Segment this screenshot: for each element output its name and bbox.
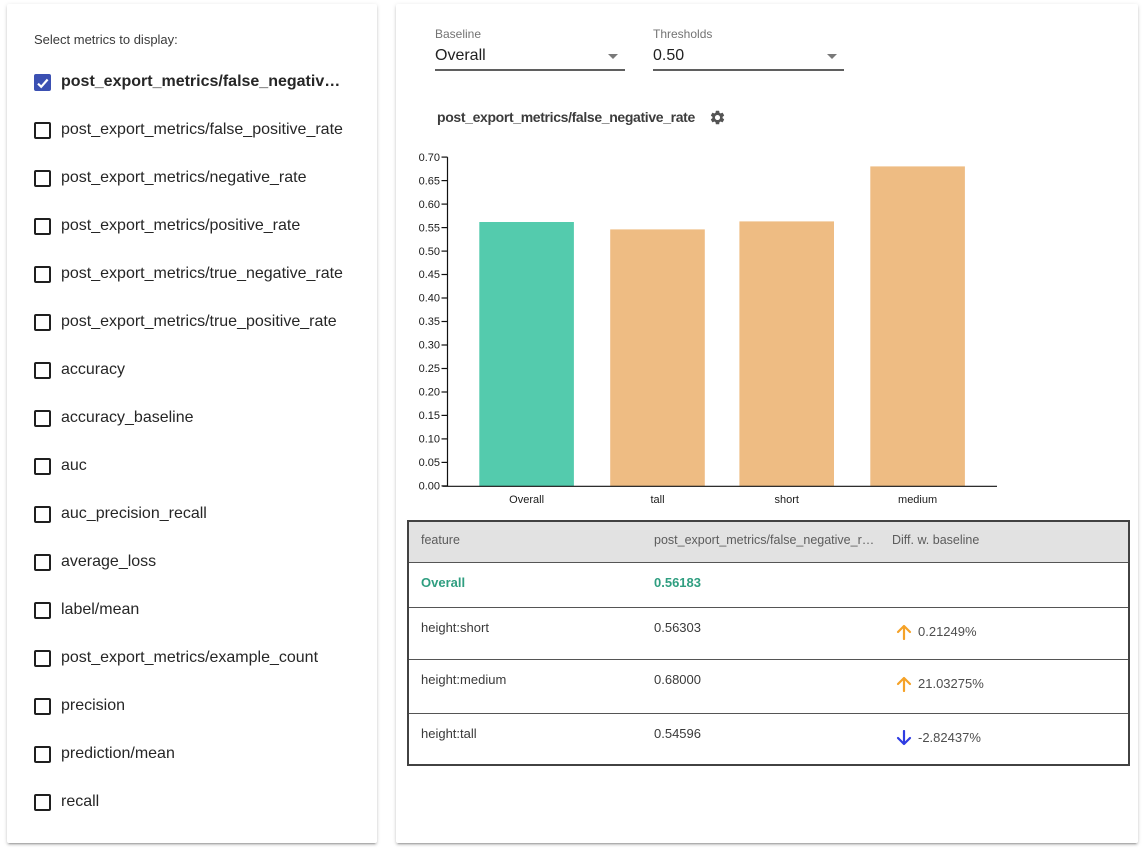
svg-text:0.30: 0.30: [419, 340, 440, 352]
svg-text:0.05: 0.05: [419, 457, 440, 469]
svg-text:0.40: 0.40: [419, 293, 440, 305]
svg-text:Overall: Overall: [509, 494, 544, 506]
svg-text:0.20: 0.20: [419, 387, 440, 399]
svg-text:0.25: 0.25: [419, 363, 440, 375]
svg-text:0.50: 0.50: [419, 246, 440, 258]
svg-text:0.15: 0.15: [419, 410, 440, 422]
svg-text:0.55: 0.55: [419, 222, 440, 234]
svg-text:0.70: 0.70: [419, 152, 440, 164]
svg-text:tall: tall: [650, 494, 664, 506]
svg-text:0.35: 0.35: [419, 316, 440, 328]
svg-text:0.00: 0.00: [419, 481, 440, 493]
svg-text:0.10: 0.10: [419, 434, 440, 446]
svg-text:0.65: 0.65: [419, 175, 440, 187]
svg-text:0.60: 0.60: [419, 199, 440, 211]
svg-text:medium: medium: [898, 494, 937, 506]
svg-text:short: short: [774, 494, 798, 506]
svg-text:0.45: 0.45: [419, 269, 440, 281]
